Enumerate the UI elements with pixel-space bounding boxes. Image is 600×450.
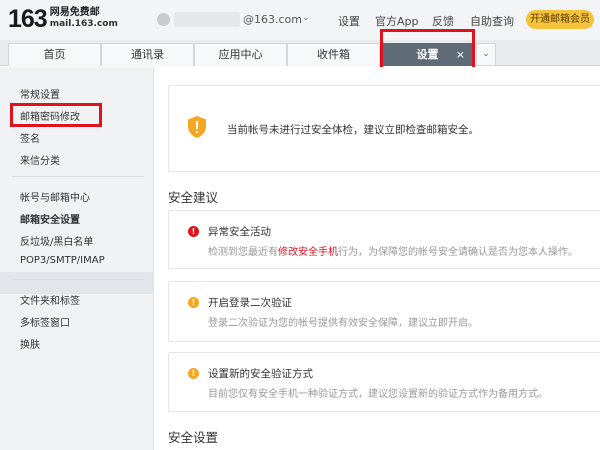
settings-link[interactable]: 设置 (338, 13, 360, 29)
sidebar-item-general[interactable]: 常规设置 (20, 86, 60, 101)
alert-card[interactable]: ! 设置新的安全验证方式 目前您仅有安全手机一种验证方式，建议您设置新的验证方式… (168, 352, 600, 412)
sidebar-item-password[interactable]: 邮箱密码修改 (20, 108, 80, 123)
exclamation-circle-icon: ! (188, 297, 199, 308)
alert-title: 设置新的安全验证方式 (208, 368, 313, 380)
sidebar-item-signature[interactable]: 签名 (20, 130, 40, 145)
sidebar-item-account-center[interactable]: 帐号与邮箱中心 (20, 189, 90, 204)
alert-desc: 登录二次验证为您的帐号提供有效安全保障，建议立即开启。 (208, 318, 478, 329)
official-app-link[interactable]: 官方App (375, 13, 419, 29)
sidebar-item-mail-sorting[interactable]: 来信分类 (20, 152, 60, 167)
tab-app-center[interactable]: 应用中心 (194, 43, 287, 66)
section-title-settings: 安全设置 (168, 430, 219, 445)
alert-desc: 检测到您最近有修改安全手机行为，为保障您的帐号安全请确认是否为您本人操作。 (208, 247, 578, 258)
top-bar: 163 网易免费邮 mail.163.com @163.com ⌄ 设置 官方A… (0, 0, 600, 40)
sidebar-item-security[interactable]: 邮箱安全设置 (20, 211, 80, 226)
logo-name: 网易免费邮 (49, 7, 100, 18)
logo-domain: mail.163.com (49, 19, 118, 29)
tab-settings-label: 设置 (416, 48, 439, 61)
chevron-down-icon[interactable]: ⌄ (302, 13, 310, 23)
exclamation-circle-icon: ! (188, 226, 199, 237)
sidebar: 常规设置 邮箱密码修改 签名 来信分类 帐号与邮箱中心 邮箱安全设置 反垃圾/黑… (0, 67, 154, 450)
sidebar-divider (12, 279, 144, 280)
tab-bar: 首页 通讯录 应用中心 收件箱 设置 × (0, 40, 600, 66)
self-service-link[interactable]: 自助查询 (470, 13, 514, 29)
security-notice-text: 当前帐号未进行过安全体检，建议立即检查邮箱安全。 (227, 124, 479, 136)
alert-card[interactable]: ! 异常安全活动 检测到您最近有修改安全手机行为，为保障您的帐号安全请确认是否为… (168, 210, 600, 269)
tab-inbox[interactable]: 收件箱 (287, 43, 380, 66)
alert-title: 开启登录二次验证 (208, 297, 292, 309)
section-title-suggestions: 安全建议 (168, 190, 219, 205)
logo-number: 163 (8, 5, 48, 33)
account-email[interactable]: @163.com (243, 13, 302, 26)
avatar[interactable] (157, 13, 170, 26)
vip-button[interactable]: 开通邮箱会员 (526, 10, 594, 29)
shield-warning-icon (188, 116, 206, 138)
alert-title: 异常安全活动 (208, 226, 271, 238)
tab-home[interactable]: 首页 (8, 43, 101, 66)
sidebar-item-skin[interactable]: 换肤 (20, 336, 40, 351)
main-content: 当前帐号未进行过安全体检，建议立即检查邮箱安全。 安全建议 ! 异常安全活动 检… (155, 67, 600, 450)
feedback-link[interactable]: 反馈 (432, 13, 454, 29)
sidebar-item-multi-tab[interactable]: 多标签窗口 (20, 314, 70, 329)
tab-more-chevron-icon[interactable]: ⌄ (476, 43, 496, 66)
sidebar-active-highlight (0, 272, 154, 294)
close-icon[interactable]: × (456, 44, 465, 66)
sidebar-divider (12, 176, 144, 177)
security-notice-card: 当前帐号未进行过安全体检，建议立即检查邮箱安全。 (168, 85, 600, 172)
tab-settings[interactable]: 设置 × (381, 43, 474, 66)
alert-desc: 目前您仅有安全手机一种验证方式，建议您设置新的验证方式作为备用方式。 (208, 389, 548, 400)
exclamation-circle-icon: ! (188, 368, 199, 379)
sidebar-item-antispam[interactable]: 反垃圾/黑白名单 (20, 233, 93, 248)
tab-contacts[interactable]: 通讯录 (101, 43, 194, 66)
modify-phone-link[interactable]: 修改安全手机 (278, 247, 338, 258)
alert-card[interactable]: ! 开启登录二次验证 登录二次验证为您的帐号提供有效安全保障，建议立即开启。 (168, 281, 600, 342)
sidebar-item-folders[interactable]: 文件夹和标签 (20, 292, 80, 307)
logo[interactable]: 163 网易免费邮 mail.163.com (8, 7, 118, 32)
sidebar-item-pop3[interactable]: POP3/SMTP/IMAP (20, 255, 105, 266)
email-username-redacted (174, 12, 240, 27)
